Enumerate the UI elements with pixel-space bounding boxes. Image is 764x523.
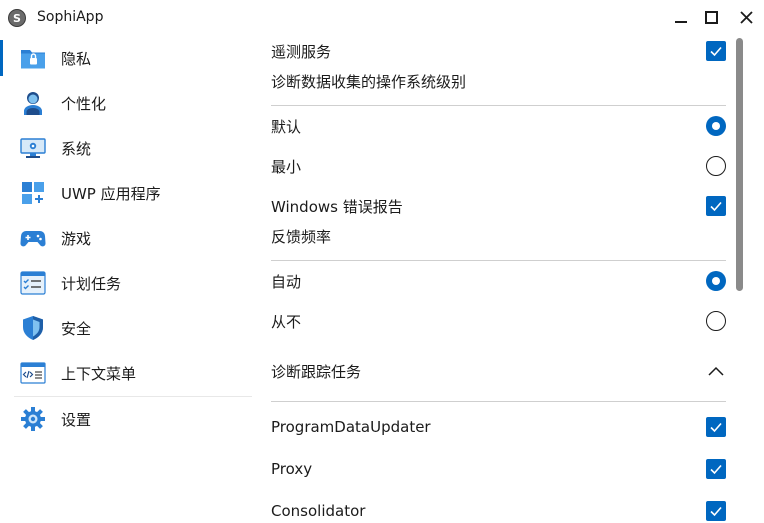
diag-level-default-row: 默认 <box>271 111 726 141</box>
sidebar-item-privacy[interactable]: 隐私 <box>0 36 252 80</box>
diag-level-header: 诊断数据收集的操作系统级别 <box>271 73 467 91</box>
diag-level-minimal-label: 最小 <box>271 157 302 176</box>
error-reporting-label: Windows 错误报告 <box>271 197 403 216</box>
checkmark-icon <box>710 422 722 433</box>
feedback-auto-row: 自动 <box>271 266 726 296</box>
app-logo-icon: S <box>8 9 26 27</box>
shield-icon <box>20 315 46 341</box>
context-menu-icon <box>20 360 46 386</box>
telemetry-checkbox[interactable] <box>706 41 726 61</box>
sidebar-item-label: 游戏 <box>61 229 92 248</box>
checkmark-icon <box>710 464 722 475</box>
task-checkbox[interactable] <box>706 417 726 437</box>
task-row: ProgramDataUpdater <box>271 412 726 442</box>
diag-level-default-radio[interactable] <box>706 116 726 136</box>
minimize-icon <box>675 21 687 23</box>
sidebar-item-label: UWP 应用程序 <box>61 184 161 203</box>
close-icon <box>739 10 753 24</box>
uwp-apps-grid-icon <box>20 180 46 206</box>
diag-tasks-label: 诊断跟踪任务 <box>271 362 362 381</box>
minimize-button[interactable] <box>666 4 696 30</box>
sidebar-item-label: 安全 <box>61 319 92 338</box>
telemetry-row: 遥测服务 <box>271 36 726 66</box>
feedback-header: 反馈频率 <box>271 228 332 246</box>
sidebar-item-label: 系统 <box>61 139 92 158</box>
sidebar-item-label: 上下文菜单 <box>61 364 137 383</box>
radio-dot <box>712 277 720 285</box>
radio-dot <box>712 122 720 130</box>
diag-level-minimal-radio[interactable] <box>706 156 726 176</box>
error-reporting-checkbox[interactable] <box>706 196 726 216</box>
scheduled-tasks-icon <box>20 270 46 296</box>
feedback-auto-radio[interactable] <box>706 271 726 291</box>
error-reporting-row: Windows 错误报告 <box>271 191 726 221</box>
feedback-auto-label: 自动 <box>271 272 302 291</box>
close-button[interactable] <box>731 4 761 30</box>
system-monitor-icon <box>20 135 46 161</box>
task-checkbox[interactable] <box>706 459 726 479</box>
sidebar-item-scheduled-tasks[interactable]: 计划任务 <box>0 261 252 305</box>
vertical-scrollbar[interactable] <box>735 36 744 523</box>
sidebar-item-context-menu[interactable]: 上下文菜单 <box>0 351 252 395</box>
title-bar: S SophiApp <box>0 0 764 34</box>
sidebar-item-personalization[interactable]: 个性化 <box>0 81 252 125</box>
chevron-up-icon[interactable] <box>706 361 726 381</box>
settings-content: 遥测服务 诊断数据收集的操作系统级别 默认 最小 Windows 错误报告 反馈… <box>252 36 748 523</box>
task-checkbox[interactable] <box>706 501 726 521</box>
gamepad-icon <box>20 225 46 251</box>
diag-level-minimal-row: 最小 <box>271 151 726 181</box>
gear-icon <box>20 406 46 432</box>
sidebar-item-uwp-apps[interactable]: UWP 应用程序 <box>0 171 252 215</box>
sidebar-item-label: 隐私 <box>61 49 92 68</box>
sidebar-item-label: 个性化 <box>61 94 107 113</box>
feedback-never-label: 从不 <box>271 312 302 331</box>
task-row: Consolidator <box>271 496 726 523</box>
sidebar-item-security[interactable]: 安全 <box>0 306 252 350</box>
task-row: Proxy <box>271 454 726 484</box>
feedback-never-row: 从不 <box>271 306 726 336</box>
checkmark-icon <box>710 46 722 57</box>
section-divider <box>271 105 726 106</box>
task-label: Consolidator <box>271 502 366 520</box>
feedback-never-radio[interactable] <box>706 311 726 331</box>
sidebar-item-gaming[interactable]: 游戏 <box>0 216 252 260</box>
personalization-person-icon <box>20 90 46 116</box>
checkmark-icon <box>710 201 722 212</box>
task-label: Proxy <box>271 460 313 478</box>
task-label: ProgramDataUpdater <box>271 418 431 436</box>
section-divider <box>271 401 726 402</box>
sidebar-item-label: 设置 <box>61 410 92 429</box>
checkmark-icon <box>710 506 722 517</box>
maximize-button[interactable] <box>696 4 726 30</box>
telemetry-label: 遥测服务 <box>271 42 332 61</box>
sidebar-item-label: 计划任务 <box>61 274 122 293</box>
diag-level-default-label: 默认 <box>271 117 302 136</box>
sidebar-item-system[interactable]: 系统 <box>0 126 252 170</box>
window-title: SophiApp <box>37 9 104 25</box>
maximize-icon <box>704 10 718 24</box>
scrollbar-thumb[interactable] <box>736 38 743 291</box>
sidebar-item-settings[interactable]: 设置 <box>0 397 252 441</box>
section-divider <box>271 260 726 261</box>
sidebar-nav: 隐私 个性化 系统 UWP 应用程序 游戏 计划任务 安全 上下文菜单 设置 <box>0 36 252 523</box>
diag-tasks-expander[interactable]: 诊断跟踪任务 <box>271 356 726 386</box>
privacy-folder-icon <box>20 45 46 71</box>
active-indicator <box>0 40 3 76</box>
